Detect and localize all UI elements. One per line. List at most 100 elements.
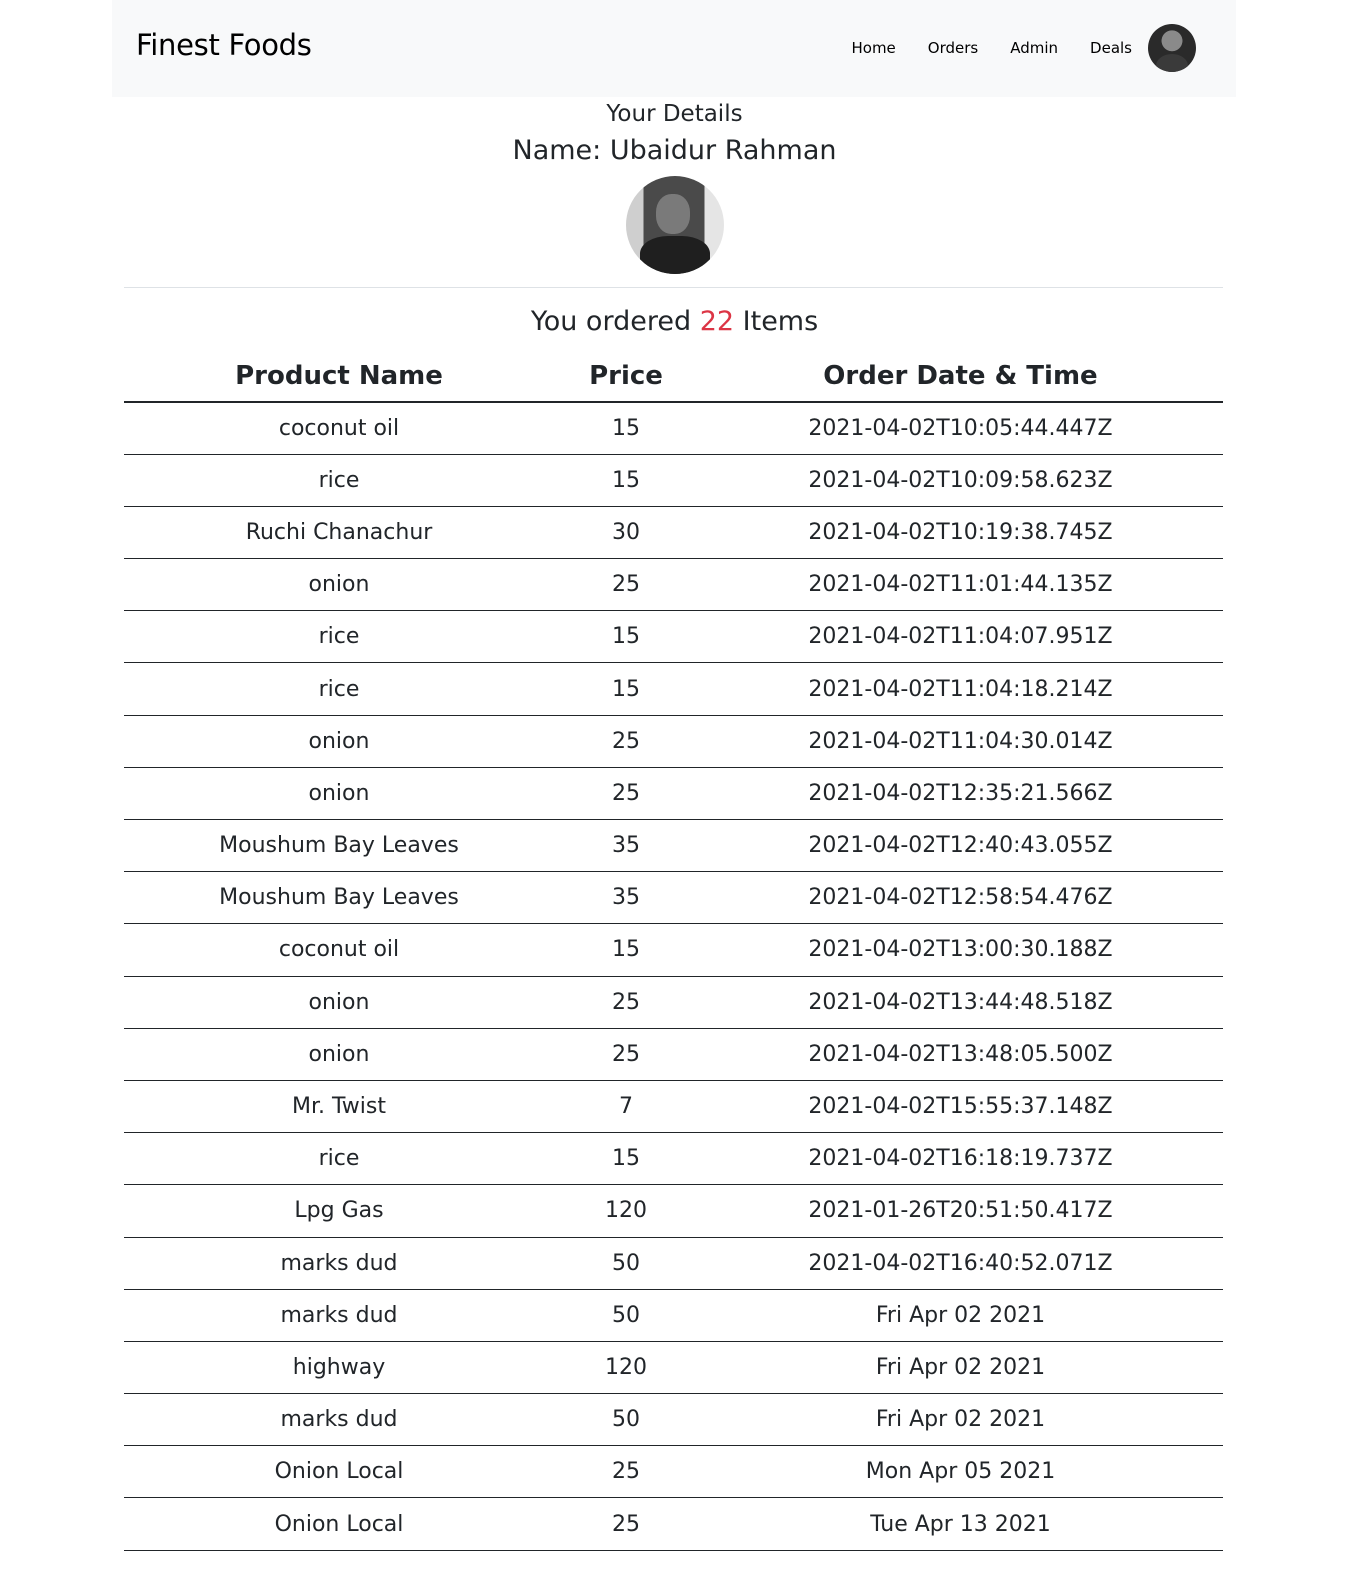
cell-product-name: onion xyxy=(124,976,554,1029)
cell-price: 50 xyxy=(554,1237,698,1290)
cell-product-name: Mr. Twist xyxy=(124,1080,554,1134)
nav-link-home[interactable]: Home xyxy=(851,39,895,57)
order-count-heading: You ordered 22 Items xyxy=(0,303,1349,341)
cell-order-date: 2021-04-02T12:58:54.476Z xyxy=(698,871,1223,925)
nav-link-deals[interactable]: Deals xyxy=(1090,39,1132,57)
table-row: coconut oil 15 2021-04-02T13:00:30.188Z xyxy=(124,923,1223,977)
cell-order-date: 2021-04-02T10:05:44.447Z xyxy=(698,402,1223,455)
order-count-prefix: You ordered xyxy=(530,306,692,337)
cell-order-date: 2021-04-02T10:09:58.623Z xyxy=(698,454,1223,507)
orders-table: Product Name Price Order Date & Time coc… xyxy=(124,350,1223,1551)
cell-product-name: Ruchi Chanachur xyxy=(124,506,554,560)
cell-order-date: 2021-04-02T11:04:30.014Z xyxy=(698,715,1223,768)
cell-product-name: Onion Local xyxy=(124,1497,554,1551)
cell-price: 25 xyxy=(554,558,698,612)
table-row: rice 15 2021-04-02T16:18:19.737Z xyxy=(124,1132,1223,1186)
user-avatar[interactable] xyxy=(1148,24,1196,72)
cell-order-date: 2021-04-02T13:00:30.188Z xyxy=(698,923,1223,977)
table-row: onion 25 2021-04-02T11:04:30.014Z xyxy=(124,715,1223,768)
table-row: onion 25 2021-04-02T11:01:44.135Z xyxy=(124,558,1223,612)
cell-order-date: 2021-04-02T13:48:05.500Z xyxy=(698,1028,1223,1081)
cell-price: 120 xyxy=(554,1341,698,1395)
cell-order-date: Fri Apr 02 2021 xyxy=(698,1393,1223,1447)
user-name: Name: Ubaidur Rahman xyxy=(512,135,837,166)
table-row: marks dud 50 Fri Apr 02 2021 xyxy=(124,1289,1223,1342)
cell-price: 15 xyxy=(554,402,698,455)
table-row: Moushum Bay Leaves 35 2021-04-02T12:40:43.… xyxy=(124,819,1223,873)
cell-product-name: Moushum Bay Leaves xyxy=(124,871,554,925)
nav-link-orders[interactable]: Orders xyxy=(928,39,978,57)
table-row: Lpg Gas 120 2021-01-26T20:51:50.417Z xyxy=(124,1184,1223,1238)
table-row: coconut oil 15 2021-04-02T10:05:44.447Z xyxy=(124,402,1223,455)
table-row: onion 25 2021-04-02T13:44:48.518Z xyxy=(124,976,1223,1029)
cell-order-date: Fri Apr 02 2021 xyxy=(698,1341,1223,1395)
cell-product-name: onion xyxy=(124,767,554,821)
orders-table-body: coconut oil 15 2021-04-02T10:05:44.447Z ric… xyxy=(124,402,1223,1551)
cell-product-name: highway xyxy=(124,1341,554,1395)
cell-order-date: Mon Apr 05 2021 xyxy=(698,1445,1223,1499)
cell-price: 35 xyxy=(554,819,698,873)
table-header-row: Product Name Price Order Date & Time xyxy=(124,350,1223,403)
cell-price: 15 xyxy=(554,923,698,977)
cell-order-date: 2021-01-26T20:51:50.417Z xyxy=(698,1184,1223,1238)
cell-price: 15 xyxy=(554,454,698,507)
cell-product-name: Moushum Bay Leaves xyxy=(124,819,554,873)
table-row: Onion Local 25 Mon Apr 05 2021 xyxy=(124,1445,1223,1499)
cell-price: 35 xyxy=(554,871,698,925)
cell-price: 25 xyxy=(554,1028,698,1081)
order-count-number: 22 xyxy=(699,306,735,337)
details-title: Your Details xyxy=(606,101,743,127)
cell-order-date: 2021-04-02T12:35:21.566Z xyxy=(698,767,1223,821)
cell-product-name: onion xyxy=(124,558,554,612)
cell-order-date: Tue Apr 13 2021 xyxy=(698,1497,1223,1551)
table-row: Moushum Bay Leaves 35 2021-04-02T12:58:54.… xyxy=(124,871,1223,925)
cell-product-name: marks dud xyxy=(124,1289,554,1342)
cell-price: 50 xyxy=(554,1289,698,1342)
order-count-suffix: Items xyxy=(742,306,819,337)
cell-price: 120 xyxy=(554,1184,698,1238)
cell-order-date: 2021-04-02T10:19:38.745Z xyxy=(698,506,1223,560)
header-price: Price xyxy=(554,350,698,403)
cell-price: 15 xyxy=(554,1132,698,1186)
cell-product-name: Lpg Gas xyxy=(124,1184,554,1238)
cell-price: 50 xyxy=(554,1393,698,1447)
cell-product-name: coconut oil xyxy=(124,923,554,977)
brand-logo[interactable]: Finest Foods xyxy=(136,28,312,62)
cell-order-date: Fri Apr 02 2021 xyxy=(698,1289,1223,1342)
header-order-date: Order Date & Time xyxy=(698,350,1223,403)
cell-order-date: 2021-04-02T16:40:52.071Z xyxy=(698,1237,1223,1290)
cell-price: 25 xyxy=(554,1497,698,1551)
cell-order-date: 2021-04-02T15:55:37.148Z xyxy=(698,1080,1223,1134)
table-row: rice 15 2021-04-02T11:04:18.214Z xyxy=(124,662,1223,716)
cell-price: 15 xyxy=(554,610,698,664)
nav-links: Home Orders Admin Deals xyxy=(819,23,1196,73)
table-row: rice 15 2021-04-02T10:09:58.623Z xyxy=(124,454,1223,507)
profile-photo xyxy=(625,176,724,274)
cell-order-date: 2021-04-02T11:04:07.951Z xyxy=(698,610,1223,664)
nav-link-admin[interactable]: Admin xyxy=(1010,39,1058,57)
cell-product-name: rice xyxy=(124,662,554,716)
cell-product-name: rice xyxy=(124,1132,554,1186)
table-row: rice 15 2021-04-02T11:04:07.951Z xyxy=(124,610,1223,664)
cell-product-name: marks dud xyxy=(124,1237,554,1290)
cell-product-name: onion xyxy=(124,715,554,768)
cell-product-name: Onion Local xyxy=(124,1445,554,1499)
cell-order-date: 2021-04-02T12:40:43.055Z xyxy=(698,819,1223,873)
table-row: marks dud 50 Fri Apr 02 2021 xyxy=(124,1393,1223,1447)
cell-price: 25 xyxy=(554,1445,698,1499)
cell-order-date: 2021-04-02T16:18:19.737Z xyxy=(698,1132,1223,1186)
table-row: onion 25 2021-04-02T12:35:21.566Z xyxy=(124,767,1223,821)
table-row: Onion Local 25 Tue Apr 13 2021 xyxy=(124,1497,1223,1551)
cell-price: 30 xyxy=(554,506,698,560)
cell-order-date: 2021-04-02T11:01:44.135Z xyxy=(698,558,1223,612)
table-row: Ruchi Chanachur 30 2021-04-02T10:19:38.745… xyxy=(124,506,1223,560)
table-row: highway 120 Fri Apr 02 2021 xyxy=(124,1341,1223,1395)
table-row: Mr. Twist 7 2021-04-02T15:55:37.148Z xyxy=(124,1080,1223,1134)
table-row: marks dud 50 2021-04-02T16:40:52.071Z xyxy=(124,1237,1223,1290)
cell-product-name: marks dud xyxy=(124,1393,554,1447)
navbar: Finest Foods Home Orders Admin Deals xyxy=(112,0,1236,97)
cell-product-name: onion xyxy=(124,1028,554,1081)
cell-product-name: rice xyxy=(124,610,554,664)
cell-product-name: rice xyxy=(124,454,554,507)
cell-order-date: 2021-04-02T11:04:18.214Z xyxy=(698,662,1223,716)
